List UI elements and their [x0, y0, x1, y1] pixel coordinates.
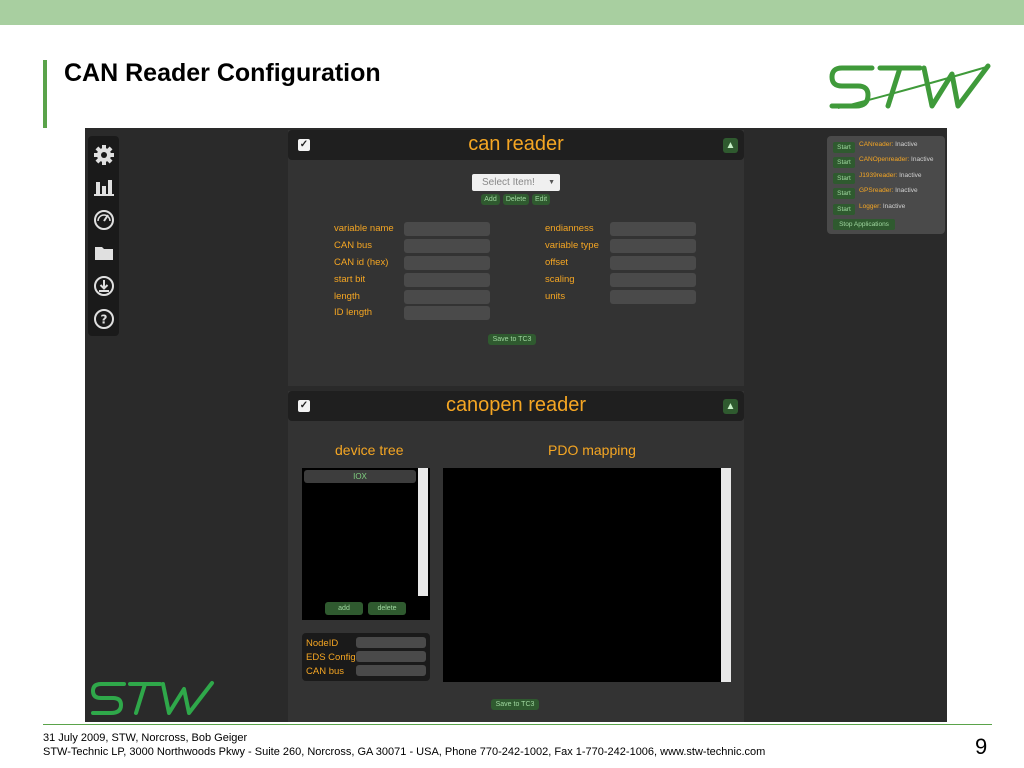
slide-title: CAN Reader Configuration [64, 59, 381, 87]
canopen-reader-collapse-button[interactable]: ▲ [723, 399, 738, 414]
field-label: CAN id (hex) [334, 257, 389, 268]
select-item-dropdown[interactable]: Select Item! ▼ [472, 174, 560, 191]
field-label: ID length [334, 307, 373, 318]
bar-chart-icon[interactable] [91, 174, 116, 199]
start-button[interactable]: Start [833, 173, 855, 184]
can-reader-panel: ✓ can reader ▲ Select Item! ▼ Add Delete… [288, 130, 744, 386]
can-reader-header: ✓ can reader ▲ [288, 130, 744, 160]
eds-config-input[interactable] [356, 651, 426, 662]
footer-line-2: STW-Technic LP, 3000 Northwoods Pkwy - S… [43, 746, 766, 758]
help-icon[interactable]: ? [91, 306, 116, 331]
edit-button[interactable]: Edit [532, 194, 550, 205]
pdo-mapping-scrollbar[interactable] [721, 468, 731, 682]
delete-device-button[interactable]: delete [368, 602, 406, 615]
footer-text: 31 July 2009, STW, Norcross, Bob Geiger … [43, 731, 765, 759]
field-label: start bit [334, 274, 366, 285]
app-screenshot: ? ✓ can reader ▲ Select Item! ▼ Add Dele… [85, 128, 947, 722]
app-name: GPSreader [859, 187, 892, 194]
app-state: Inactive [911, 156, 934, 163]
id-length-input[interactable] [404, 306, 490, 320]
units-input[interactable] [610, 290, 696, 304]
field-label: CAN bus [334, 240, 373, 251]
offset-input[interactable] [610, 256, 696, 270]
folder-icon[interactable] [91, 240, 116, 265]
gear-icon[interactable] [91, 142, 116, 167]
pdo-mapping-title: PDO mapping [548, 442, 636, 458]
save-to-tc3-button[interactable]: Save to TC3 [491, 699, 539, 710]
stw-app-logo [91, 681, 214, 715]
variable-name-input[interactable] [404, 222, 490, 236]
can-reader-collapse-button[interactable]: ▲ [723, 138, 738, 153]
delete-button[interactable]: Delete [503, 194, 529, 205]
can-id-input[interactable] [404, 256, 490, 270]
start-button[interactable]: Start [833, 157, 855, 168]
device-tree-scrollbar[interactable] [418, 468, 428, 596]
field-label: length [334, 291, 360, 302]
variable-type-input[interactable] [610, 239, 696, 253]
app-name: Logger [859, 203, 880, 210]
application-status-panel: Start CANreader: Inactive Start CANOpenr… [827, 136, 945, 234]
can-bus-input[interactable] [404, 239, 490, 253]
stw-logo [829, 63, 991, 109]
svg-text:?: ? [100, 312, 107, 326]
pdo-mapping-area[interactable] [443, 468, 731, 682]
start-button[interactable]: Start [833, 188, 855, 199]
footer-divider [43, 724, 992, 725]
endianness-input[interactable] [610, 222, 696, 236]
field-label: NodeID [306, 638, 339, 649]
title-accent-bar [43, 60, 47, 128]
app-name: J1939reader [859, 172, 896, 179]
device-tree-title: device tree [335, 442, 404, 458]
start-button[interactable]: Start [833, 142, 855, 153]
app-state: Inactive [882, 203, 906, 210]
gauge-icon[interactable] [91, 207, 116, 232]
field-label: offset [545, 257, 569, 268]
app-name: CANOpenreader [859, 156, 908, 163]
top-band [0, 0, 1024, 25]
page-number: 9 [975, 734, 988, 759]
app-state: Inactive [895, 141, 918, 148]
download-icon[interactable] [91, 273, 116, 298]
chevron-up-icon: ▲ [725, 401, 736, 412]
field-label: variable type [545, 240, 599, 251]
canopen-reader-header: ✓ canopen reader ▲ [288, 391, 744, 421]
length-input[interactable] [404, 290, 490, 304]
field-label: units [545, 291, 566, 302]
field-label: EDS Config [306, 652, 356, 663]
side-toolbar: ? [88, 136, 119, 336]
can-reader-title: can reader [468, 133, 564, 155]
scaling-input[interactable] [610, 273, 696, 287]
field-label: endianness [545, 223, 594, 234]
chevron-down-icon: ▼ [548, 179, 555, 186]
chevron-up-icon: ▲ [725, 140, 736, 151]
field-label: scaling [545, 274, 575, 285]
save-to-tc3-button[interactable]: Save to TC3 [488, 334, 536, 345]
can-bus-input[interactable] [356, 665, 426, 676]
canopen-reader-title: canopen reader [445, 394, 587, 416]
device-tree-item[interactable]: IOX [304, 470, 416, 483]
stop-applications-button[interactable]: Stop Applications [833, 219, 895, 230]
app-state: Inactive [895, 187, 918, 194]
field-label: variable name [334, 223, 394, 234]
add-button[interactable]: Add [481, 194, 500, 205]
start-button[interactable]: Start [833, 204, 855, 215]
start-bit-input[interactable] [404, 273, 490, 287]
select-item-value: Select Item! [482, 177, 535, 188]
app-name: CANreader [859, 141, 892, 148]
add-device-button[interactable]: add [325, 602, 363, 615]
field-label: CAN bus [306, 666, 345, 677]
node-config-box: NodeID EDS Config CAN bus [302, 633, 430, 681]
canopen-reader-panel: ✓ canopen reader ▲ device tree PDO mappi… [288, 391, 744, 722]
app-state: Inactive [899, 172, 922, 179]
footer-line-1: 31 July 2009, STW, Norcross, Bob Geiger [43, 732, 248, 744]
device-tree-list[interactable]: IOX add delete [302, 468, 430, 620]
node-id-input[interactable] [356, 637, 426, 648]
